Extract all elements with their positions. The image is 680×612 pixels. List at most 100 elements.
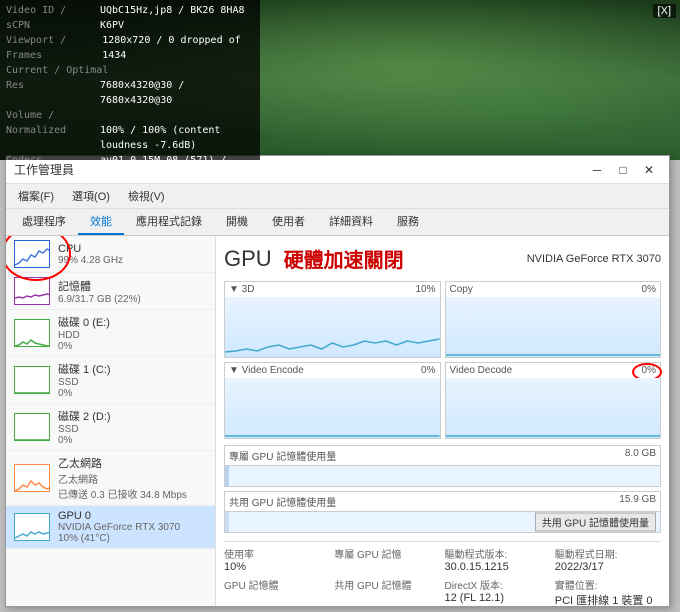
cpu-detail: 99% 4.28 GHz [58,255,207,266]
stat-physical-label: 實體位置: [555,577,661,592]
disk1-detail: SSD [58,377,207,388]
chart-encode-title: ▼ Video Encode [229,365,304,376]
disk0-name: 磁碟 0 (E:) [58,314,207,330]
stat-usage-value: 10% [224,561,330,573]
tab-bar: 處理程序 效能 應用程式記錄 開機 使用者 詳細資料 服務 [6,209,669,236]
shared-mem-bar: 共用 GPU 記憶體使用量 [224,511,661,533]
gpu-title: GPU [224,246,272,272]
disk2-name: 磁碟 2 (D:) [58,408,207,424]
sidebar-item-cpu[interactable]: CPU 99% 4.28 GHz [6,236,215,273]
stat-driver-ver-value: 30.0.15.1215 [445,561,551,573]
chart-label-encode: ▼ Video Encode 0% [225,363,440,378]
disk1-usage: 0% [58,388,207,399]
dedicated-mem-fill [225,466,229,486]
menu-view[interactable]: 檢視(V) [120,186,173,206]
chart-3d-pct: 10% [415,284,435,295]
sidebar-item-disk0[interactable]: 磁碟 0 (E:) HDD 0% [6,310,215,357]
gpu-main-panel: GPU 硬體加速關閉 NVIDIA GeForce RTX 3070 ▼ 3D … [216,236,669,606]
tab-app-history[interactable]: 應用程式記錄 [124,209,214,235]
disk1-chart-svg [15,367,50,394]
sidebar: CPU 99% 4.28 GHz 記憶體 6.9/31.7 GB (22%) [6,236,216,606]
disk0-chart-svg [15,320,50,347]
gpu-sidebar-model: NVIDIA GeForce RTX 3070 [58,522,207,533]
cpu-name: CPU [58,243,207,255]
chart-decode-title: Video Decode [450,365,513,376]
shared-mem-label: 共用 GPU 記憶體使用量 [229,494,336,509]
shared-mem-fill [225,512,229,532]
menu-options[interactable]: 選項(O) [64,186,118,206]
gpu-model: NVIDIA GeForce RTX 3070 [527,253,661,265]
normalized-label: Normalized [6,123,96,153]
video-overlay: Video ID / sCPN UQbC15Hz,jp8 / BK26 8HA8… [0,0,260,160]
mem-sidebar-text: 記憶體 6.9/31.7 GB (22%) [58,278,207,305]
video-close-btn[interactable]: [X] [653,4,676,18]
close-button[interactable]: ✕ [637,160,661,180]
chart-svg-decode [446,378,661,438]
stat-physical: 實體位置: PCI 匯排線 1 裝置 0 功能 0 [555,577,661,606]
chart-svg-copy [446,297,661,357]
stat-driver-date-value: 2022/3/17 [555,561,661,573]
stat-driver-ver-label: 驅動程式版本: [445,546,551,561]
disk2-chart-svg [15,414,50,441]
chart-area-3d [225,297,440,357]
disk0-mini-chart [14,319,50,347]
menu-file[interactable]: 檔案(F) [10,186,62,206]
tab-performance[interactable]: 效能 [78,209,124,235]
minimize-button[interactable]: ─ [585,160,609,180]
mem-mini-chart [14,277,50,305]
tab-services[interactable]: 服務 [385,209,431,235]
maximize-button[interactable]: □ [611,160,635,180]
chart-area-decode [446,378,661,438]
tab-users[interactable]: 使用者 [260,209,317,235]
hw-accel-notice: 硬體加速關閉 [284,244,404,273]
body: CPU 99% 4.28 GHz 記憶體 6.9/31.7 GB (22%) [6,236,669,606]
cpu-sidebar-text: CPU 99% 4.28 GHz [58,243,207,266]
stat-shared-gpu-mem-label: 共用 GPU 記憶體 [334,577,440,592]
video-id-value: UQbC15Hz,jp8 / BK26 8HA8 K6PV [100,3,254,33]
gpu-sidebar-name: GPU 0 [58,510,207,522]
shared-mem-button[interactable]: 共用 GPU 記憶體使用量 [535,513,656,532]
chart-label-decode: Video Decode 0% [446,363,661,378]
gpu-header: GPU 硬體加速關閉 NVIDIA GeForce RTX 3070 [224,244,661,273]
stat-gpu-mem-label: GPU 記憶體 [224,577,330,592]
cpu-chart-svg [15,241,50,268]
sidebar-item-disk2[interactable]: 磁碟 2 (D:) SSD 0% [6,404,215,451]
net-detail: 乙太網路 [58,471,207,486]
mem-name: 記憶體 [58,278,207,294]
mem-chart-svg [15,278,50,305]
stat-shared-gpu-mem: 共用 GPU 記憶體 [334,577,440,606]
chart-cell-copy: Copy 0% [445,281,662,358]
chart-label-copy: Copy 0% [446,282,661,297]
mem-detail: 6.9/31.7 GB (22%) [58,294,207,305]
disk0-detail: HDD [58,330,207,341]
tab-details[interactable]: 詳細資料 [317,209,385,235]
stat-dedicated: 專屬 GPU 記憶 [334,546,440,573]
gpu-sidebar-text: GPU 0 NVIDIA GeForce RTX 3070 10% (41°C) [58,510,207,544]
shared-mem-section: 共用 GPU 記憶體使用量 15.9 GB 共用 GPU 記憶體使用量 [224,491,661,533]
dedicated-mem-total: 8.0 GB [625,448,656,463]
chart-decode-pct: 0% [642,365,656,376]
stat-directx-label: DirectX 版本: [445,577,551,592]
disk2-detail: SSD [58,424,207,435]
net-mini-chart [14,464,50,492]
chart-svg-3d [225,297,440,357]
task-manager-window: 工作管理員 ─ □ ✕ 檔案(F) 選項(O) 檢視(V) 處理程序 效能 應用… [5,155,670,607]
stat-directx-value: 12 (FL 12.1) [445,592,551,604]
window-controls: ─ □ ✕ [585,160,661,180]
sidebar-item-network[interactable]: 乙太網路 乙太網路 已傳送 0.3 已接收 34.8 Mbps [6,451,215,506]
sidebar-item-disk1[interactable]: 磁碟 1 (C:) SSD 0% [6,357,215,404]
stat-gpu-mem: GPU 記憶體 [224,577,330,606]
tab-processes[interactable]: 處理程序 [10,209,78,235]
dedicated-mem-label: 專屬 GPU 記憶體使用量 [229,448,336,463]
chart-3d-title: ▼ 3D [229,284,254,295]
chart-cell-3d: ▼ 3D 10% [224,281,441,358]
titlebar: 工作管理員 ─ □ ✕ [6,156,669,184]
chart-area-encode [225,378,440,438]
stat-driver-date: 驅動程式日期: 2022/3/17 [555,546,661,573]
tab-startup[interactable]: 開機 [214,209,260,235]
net-sidebar-text: 乙太網路 乙太網路 已傳送 0.3 已接收 34.8 Mbps [58,455,207,501]
sidebar-item-memory[interactable]: 記憶體 6.9/31.7 GB (22%) [6,273,215,310]
dedicated-mem-section: 專屬 GPU 記憶體使用量 8.0 GB [224,445,661,487]
gpu-charts-grid: ▼ 3D 10% Copy 0% [224,281,661,439]
sidebar-item-gpu[interactable]: GPU 0 NVIDIA GeForce RTX 3070 10% (41°C) [6,506,215,549]
